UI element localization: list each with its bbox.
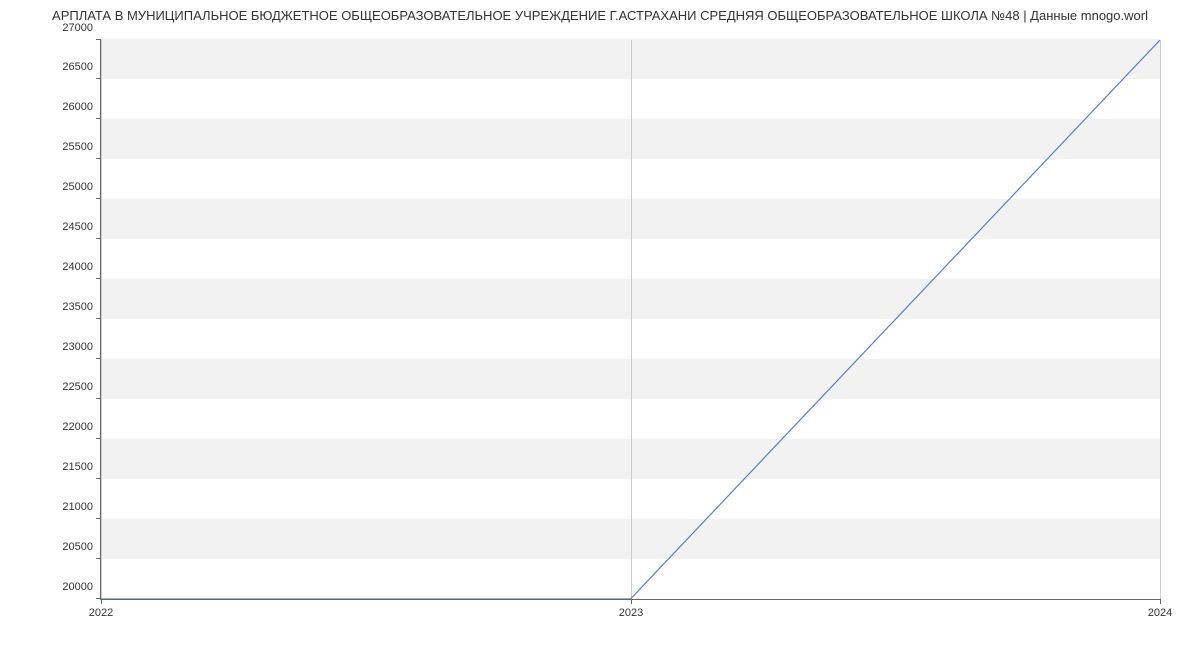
y-tick-label: 21000 — [62, 501, 93, 513]
y-tick-label: 27000 — [62, 22, 93, 34]
y-tick-mark — [96, 238, 101, 239]
x-tick-label: 2024 — [1148, 607, 1172, 619]
plot-area: 20000 20500 21000 21500 22000 22500 2300… — [100, 40, 1160, 600]
y-tick-label: 20000 — [62, 581, 93, 593]
grid-line-v — [101, 40, 102, 599]
y-tick-label: 23500 — [62, 301, 93, 313]
y-tick-label: 20500 — [62, 541, 93, 553]
y-tick-label: 25000 — [62, 181, 93, 193]
chart-container: 20000 20500 21000 21500 22000 22500 2300… — [100, 40, 1160, 600]
y-tick-mark — [96, 39, 101, 40]
x-tick-label: 2022 — [89, 607, 113, 619]
y-tick-mark — [96, 318, 101, 319]
y-tick-mark — [96, 358, 101, 359]
y-tick-label: 22000 — [62, 421, 93, 433]
y-tick-label: 24000 — [62, 261, 93, 273]
y-tick-mark — [96, 198, 101, 199]
y-tick-label: 25500 — [62, 141, 93, 153]
y-tick-label: 21500 — [62, 461, 93, 473]
x-tick-mark — [631, 599, 632, 604]
y-tick-mark — [96, 518, 101, 519]
x-tick-mark — [1160, 599, 1161, 604]
chart-title: АРПЛАТА В МУНИЦИПАЛЬНОЕ БЮДЖЕТНОЕ ОБЩЕОБ… — [0, 0, 1200, 27]
y-tick-label: 24500 — [62, 221, 93, 233]
y-tick-label: 22500 — [62, 381, 93, 393]
y-tick-mark — [96, 398, 101, 399]
y-tick-label: 26000 — [62, 101, 93, 113]
x-tick-mark — [101, 599, 102, 604]
grid-line-v — [631, 40, 632, 599]
grid-line-v — [1160, 40, 1161, 599]
y-tick-mark — [96, 478, 101, 479]
y-tick-mark — [96, 558, 101, 559]
y-tick-mark — [96, 118, 101, 119]
y-tick-mark — [96, 158, 101, 159]
y-tick-mark — [96, 78, 101, 79]
x-tick-label: 2023 — [619, 607, 643, 619]
y-tick-mark — [96, 438, 101, 439]
y-tick-mark — [96, 278, 101, 279]
y-tick-label: 23000 — [62, 341, 93, 353]
y-tick-label: 26500 — [62, 61, 93, 73]
